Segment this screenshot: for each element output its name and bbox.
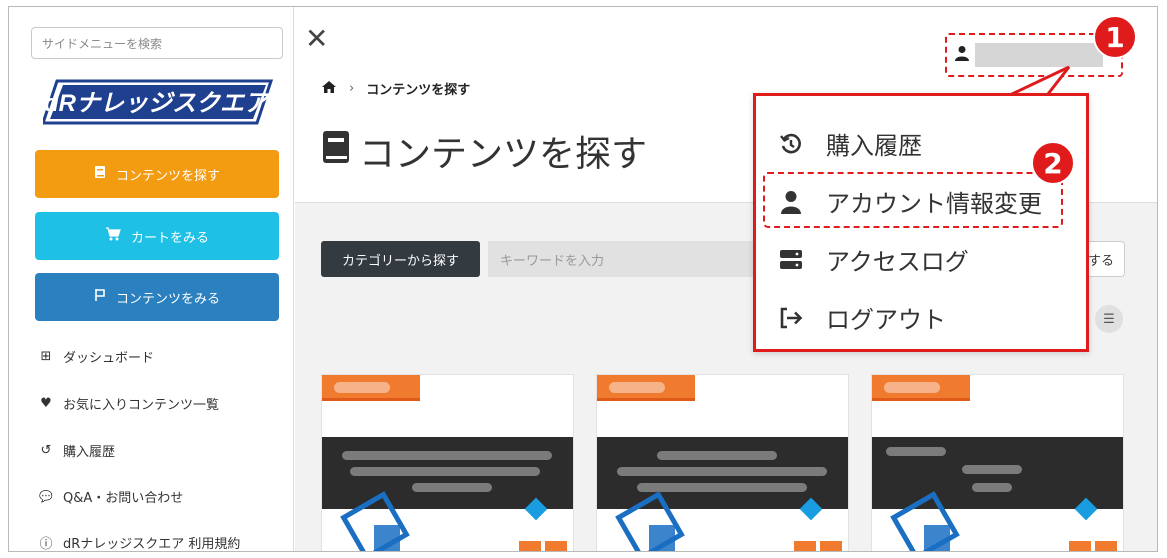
info-icon: ⓘ bbox=[39, 537, 53, 552]
server-icon bbox=[778, 249, 804, 270]
sidebar-item-label: dRナレッジスクエア 利用規約 bbox=[63, 537, 241, 552]
sidebar-item-terms[interactable]: ⓘ dRナレッジスクエア 利用規約 bbox=[39, 533, 241, 552]
menu-item-purchase-history[interactable]: 購入履歴 bbox=[778, 126, 922, 161]
dr-knowledge-square-logo[interactable]: dRナレッジスクエア bbox=[43, 79, 273, 125]
find-contents-button[interactable]: コンテンツを探す bbox=[35, 150, 279, 198]
content-card[interactable] bbox=[871, 374, 1124, 551]
book-icon bbox=[321, 129, 351, 174]
step2-highlight bbox=[763, 172, 1063, 228]
list-view-icon[interactable]: ☰ bbox=[1095, 305, 1123, 333]
view-cart-label: カートをみる bbox=[130, 230, 209, 246]
sidebar-item-label: 購入履歴 bbox=[63, 445, 116, 460]
page-title-text: コンテンツを探す bbox=[359, 134, 648, 175]
grid-icon: ⊞ bbox=[40, 349, 52, 364]
sidebar-search-input[interactable]: サイドメニューを検索 bbox=[31, 27, 283, 59]
cart-icon bbox=[105, 227, 121, 245]
menu-item-access-log[interactable]: アクセスログ bbox=[778, 242, 969, 277]
find-contents-label: コンテンツを探す bbox=[115, 168, 220, 184]
sidebar-item-qa[interactable]: 💬 Q&A・お問い合わせ bbox=[39, 487, 183, 506]
menu-item-logout[interactable]: ログアウト bbox=[778, 300, 946, 335]
card-badge bbox=[872, 375, 970, 401]
card-badge bbox=[597, 375, 695, 401]
content-card[interactable] bbox=[321, 374, 574, 551]
home-icon[interactable] bbox=[321, 80, 337, 98]
breadcrumb-separator: › bbox=[349, 81, 355, 96]
close-sidebar-icon[interactable]: ✕ bbox=[305, 25, 328, 53]
sidebar-item-dashboard[interactable]: ⊞ ダッシュボード bbox=[39, 347, 154, 366]
menu-item-label: アクセスログ bbox=[826, 248, 969, 276]
history-icon: ↺ bbox=[40, 443, 52, 458]
card-icons bbox=[1069, 541, 1117, 551]
step1-marker: 1 bbox=[1093, 15, 1137, 59]
logout-icon bbox=[778, 307, 804, 329]
keyword-input[interactable]: キーワードを入力 bbox=[488, 241, 788, 277]
history-icon bbox=[778, 133, 804, 155]
logo-text: dRナレッジスクエア bbox=[44, 90, 271, 117]
screenshot-frame: サイドメニューを検索 dRナレッジスクエア コンテンツを探す カートをみる コン… bbox=[8, 6, 1158, 552]
card-badge bbox=[322, 375, 420, 401]
sidebar-item-label: ダッシュボード bbox=[63, 351, 155, 366]
page-title: コンテンツを探す bbox=[321, 125, 647, 177]
sidebar-item-favorites[interactable]: ♥ お気に入りコンテンツ一覧 bbox=[39, 394, 219, 413]
book-icon bbox=[94, 165, 106, 183]
content-card[interactable] bbox=[596, 374, 849, 551]
sidebar-item-purchase-history[interactable]: ↺ 購入履歴 bbox=[39, 441, 115, 460]
category-search-button[interactable]: カテゴリーから探す bbox=[321, 241, 480, 277]
step2-marker: 2 bbox=[1031, 141, 1075, 185]
flag-icon bbox=[94, 288, 106, 306]
breadcrumb-current: コンテンツを探す bbox=[366, 83, 471, 98]
view-contents-button[interactable]: コンテンツをみる bbox=[35, 273, 279, 321]
sidebar-item-label: お気に入りコンテンツ一覧 bbox=[63, 398, 220, 413]
card-icons bbox=[794, 541, 842, 551]
menu-item-label: ログアウト bbox=[826, 306, 946, 334]
sidebar-item-label: Q&A・お問い合わせ bbox=[63, 491, 184, 506]
breadcrumb: › コンテンツを探す bbox=[321, 79, 470, 98]
heart-icon: ♥ bbox=[40, 396, 52, 411]
menu-item-label: 購入履歴 bbox=[826, 132, 922, 160]
card-icons bbox=[519, 541, 567, 551]
view-cart-button[interactable]: カートをみる bbox=[35, 212, 279, 260]
chat-icon: 💬 bbox=[39, 490, 53, 503]
sidebar: サイドメニューを検索 dRナレッジスクエア コンテンツを探す カートをみる コン… bbox=[9, 7, 294, 552]
view-contents-label: コンテンツをみる bbox=[115, 291, 220, 307]
